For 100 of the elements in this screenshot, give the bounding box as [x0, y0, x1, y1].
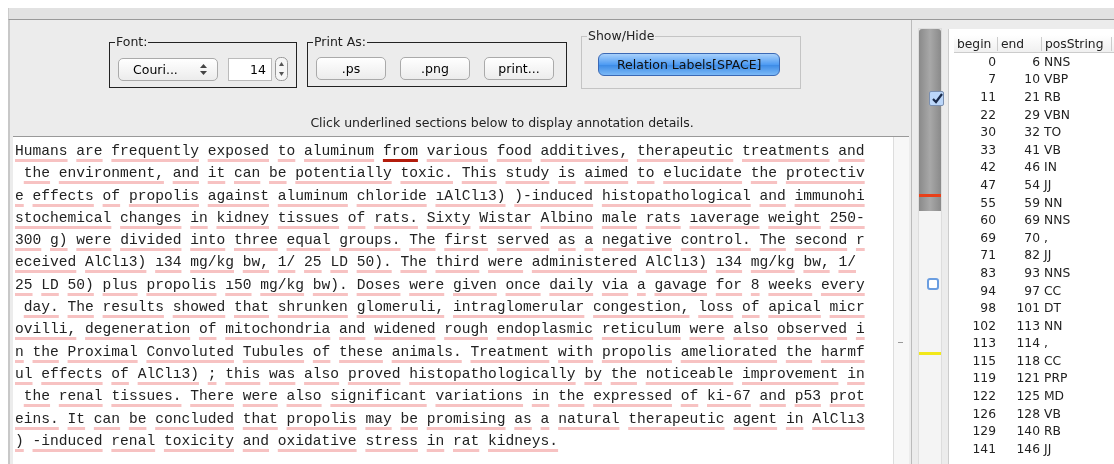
- checkbox[interactable]: [929, 91, 945, 106]
- table-cell-text: 47: [979, 177, 997, 192]
- table-cell-text: 70: [1023, 230, 1041, 245]
- table-cell-text: DT: [1043, 301, 1062, 316]
- table-cell-text: 113: [971, 336, 997, 351]
- text-line[interactable]: day. The results showed that shrunken glomeruli, intraglomerular congestion, loss of apical micr: [15, 296, 894, 319]
- table-cell-text: 115: [971, 353, 997, 368]
- table-cell-text: RB: [1043, 90, 1062, 104]
- table-cell-text: NN: [1043, 195, 1064, 210]
- text-line[interactable]: 300 g) were divided into three equal groups. The first served as a negative control. The second r: [15, 229, 894, 252]
- table-cell-text: 101: [1015, 301, 1041, 316]
- table-cell-text: 46: [1023, 160, 1041, 175]
- table-cell-text: JJ: [1042, 441, 1053, 456]
- table-cell-text: 33: [979, 142, 997, 157]
- font-size-field[interactable]: 14: [228, 57, 272, 81]
- print-button[interactable]: .ps: [316, 57, 386, 80]
- table-cell-text: 54: [1023, 177, 1041, 192]
- text-line[interactable]: eins. It can be concluded that propolis may be promising as a natural therapeutic agent in AlClı3: [15, 407, 894, 430]
- table-cell-text: NNS: [1043, 213, 1072, 228]
- table-cell-text: VBP: [1043, 72, 1070, 87]
- text-line[interactable]: Humans are frequently exposed to aluminum from various food additives, therapeutic treatments and: [15, 140, 894, 163]
- table-cell-text: 146: [1015, 441, 1041, 456]
- table-cell-text: NNS: [1043, 265, 1072, 280]
- table-cell-text: VB: [1043, 142, 1062, 157]
- table-cell-text: 41: [1023, 142, 1041, 157]
- table-cell-text: 118: [1015, 353, 1041, 368]
- table-cell-text: 129: [971, 424, 997, 439]
- table-cell-text: 30: [979, 125, 997, 140]
- table-cell-text: 71: [979, 248, 997, 263]
- table-cell-text: 55: [979, 195, 997, 210]
- table-cell-text: 11: [979, 90, 997, 104]
- table-cell-text: ,: [1043, 336, 1049, 351]
- table-cell-text: 121: [1015, 371, 1041, 386]
- table-cell-text: 97: [1023, 283, 1041, 298]
- scrollbar[interactable]: [893, 137, 910, 464]
- updown-icon: [200, 63, 207, 75]
- group-title: Font:: [115, 34, 149, 49]
- text-line[interactable]: ul effects of AlClı3) ; this was also proved histopathologically by the noticeable improvement in: [15, 362, 894, 386]
- relation-labels-toggle[interactable]: Relation Labels[SPACE]: [598, 53, 781, 76]
- table-cell-text: CC: [1043, 283, 1063, 298]
- table-cell-text: 98: [979, 301, 997, 316]
- text-line[interactable]: n the Proximal Convoluted Tubules of these animals. Treatment with propolis ameliorated the harmf: [15, 340, 894, 363]
- table-cell-text: 126: [971, 406, 997, 421]
- table-cell-text: TO: [1043, 125, 1063, 140]
- table-cell-text: 82: [1023, 248, 1041, 263]
- table-cell-text: 42: [979, 160, 997, 175]
- table-cell-text: 22: [979, 107, 997, 122]
- table-cell-text: 69: [1023, 213, 1041, 228]
- table-cell-text: CC: [1043, 353, 1063, 368]
- table-cell-text: PRP: [1043, 371, 1069, 386]
- table-cell-text: 141: [971, 441, 997, 456]
- text-line[interactable]: ovilli, degeneration of mitochondria and widened rough endoplasmic reticulum were also observed i: [15, 318, 894, 341]
- table-cell-text: 69: [979, 230, 997, 245]
- column-header[interactable]: posString: [1042, 36, 1112, 51]
- table-cell-text: 119: [971, 371, 997, 386]
- table-cell-text: IN: [1043, 160, 1058, 175]
- table-cell-text: 7: [987, 72, 997, 87]
- table-cell-text: 94: [979, 283, 997, 298]
- table-cell-text: 10: [1023, 72, 1041, 87]
- text-line[interactable]: e effects of propolis against aluminum chloride ıAlClı3) )-induced histopathological and immunohi: [15, 184, 894, 207]
- text-line[interactable]: stochemical changes in kidney tissues of rats. Sixty Wistar Albino male rats ıaverage weight 250-: [15, 206, 894, 230]
- table-cell-text: JJ: [1042, 177, 1053, 192]
- stepper-icon[interactable]: [275, 57, 288, 81]
- table-cell-text: 140: [1015, 424, 1041, 439]
- table-cell-text: VBN: [1043, 107, 1072, 122]
- table-cell-text: 29: [1023, 107, 1041, 122]
- print-button[interactable]: .png: [400, 57, 470, 80]
- column-header[interactable]: begin: [954, 36, 998, 51]
- text-line[interactable]: the renal tissues. There were also significant variations in the expressed of ki-67 and p53 prot: [15, 385, 894, 408]
- table-cell-text: 122: [971, 389, 997, 404]
- table-cell-text: 6: [1031, 54, 1041, 69]
- table-cell-text: 128: [1015, 406, 1041, 421]
- table-cell-text: 60: [979, 213, 997, 228]
- marker-icon[interactable]: [927, 278, 940, 290]
- text-line[interactable]: 25 LD 50) plus propolis ı50 mg/kg bw). Doses were given once daily via a gavage for 8 weeks every: [15, 273, 894, 297]
- table-cell-text: 125: [1015, 389, 1041, 404]
- table-cell-text: VB: [1043, 406, 1062, 421]
- table-cell-text: 102: [971, 318, 997, 333]
- table-cell-text: 114: [1015, 336, 1041, 351]
- table-cell-text: JJ: [1042, 248, 1053, 263]
- text-line[interactable]: the environment, and it can be potentially toxic. This study is aimed to elucidate the protectiv: [15, 162, 894, 185]
- table-cell-text: 93: [1023, 265, 1041, 280]
- table-cell-text: 83: [979, 265, 997, 280]
- table-cell-text: 113: [1015, 318, 1041, 333]
- table-cell-text: 0: [987, 54, 997, 69]
- table-cell-text: 59: [1023, 195, 1041, 210]
- table-cell-text: ,: [1043, 230, 1049, 245]
- print-button[interactable]: print...: [484, 57, 554, 80]
- group-title: Show/Hide: [587, 28, 656, 43]
- table-cell-text: 21: [1023, 90, 1041, 104]
- table-cell-text: NN: [1043, 318, 1064, 333]
- instruction-text: Click underlined sections below to display annotation details.: [309, 114, 695, 132]
- column-header[interactable]: end: [998, 36, 1042, 51]
- text-line[interactable]: ) -induced renal toxicity and oxidative stress in rat kidneys.: [15, 429, 894, 453]
- table-cell-text: NNS: [1043, 54, 1072, 69]
- table-cell-text: RB: [1043, 424, 1062, 439]
- text-line[interactable]: eceived AlClı3) ı34 mg/kg bw, 1/ 25 LD 50). The third were administered AlClı3) ı34 mg/kg bw, 1/: [15, 251, 894, 274]
- table-cell-text: 32: [1023, 125, 1041, 140]
- font-dropdown[interactable]: Couri...: [118, 57, 218, 81]
- group-title: Print As:: [313, 34, 367, 49]
